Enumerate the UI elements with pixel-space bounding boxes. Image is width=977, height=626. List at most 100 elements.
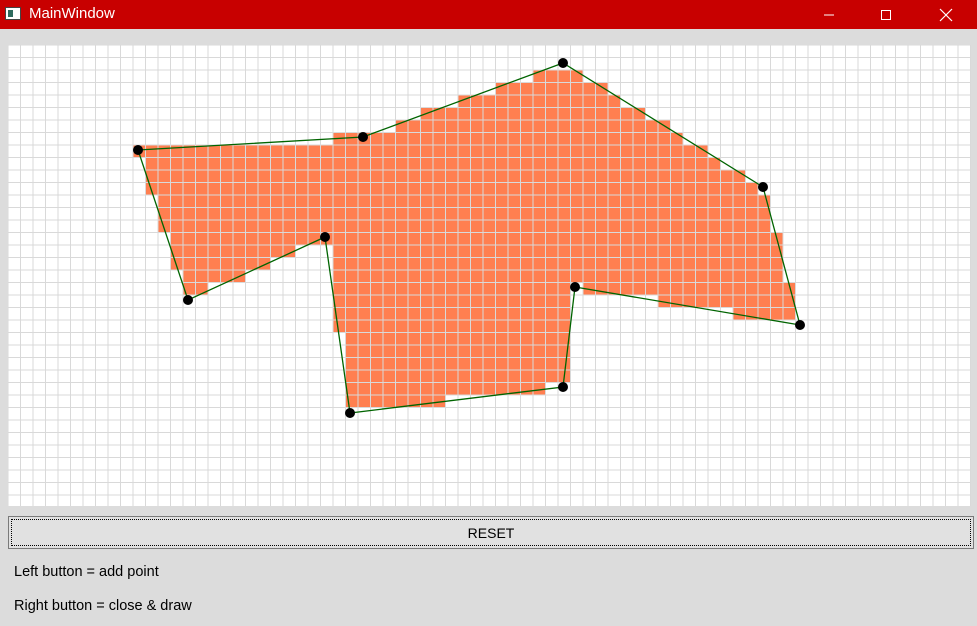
filled-cell	[745, 207, 758, 220]
close-button[interactable]	[923, 0, 969, 29]
filled-cell	[520, 207, 533, 220]
filled-cell	[508, 107, 521, 120]
filled-cell	[383, 370, 396, 383]
filled-cell	[545, 207, 558, 220]
filled-cell	[345, 232, 358, 245]
instruction-left-button: Left button = add point	[14, 564, 159, 580]
filled-cell	[258, 145, 271, 158]
filled-cell	[558, 220, 571, 233]
filled-cell	[470, 332, 483, 345]
filled-cell	[720, 220, 733, 233]
filled-cell	[370, 157, 383, 170]
filled-cell	[395, 195, 408, 208]
polygon-vertex[interactable]	[345, 408, 355, 418]
filled-cell	[720, 207, 733, 220]
filled-cell	[708, 282, 721, 295]
filled-cell	[708, 270, 721, 283]
filled-cell	[645, 257, 658, 270]
filled-cell	[708, 232, 721, 245]
filled-cell	[708, 170, 721, 183]
filled-cell	[470, 245, 483, 258]
filled-cell	[758, 295, 771, 308]
minimize-button[interactable]	[806, 0, 852, 29]
filled-cell	[420, 357, 433, 370]
filled-cell	[533, 82, 546, 95]
filled-cell	[408, 120, 421, 133]
maximize-icon	[881, 9, 891, 20]
filled-cell	[458, 107, 471, 120]
filled-cell	[720, 295, 733, 308]
filled-cell	[433, 182, 446, 195]
filled-cell	[583, 220, 596, 233]
filled-cell	[445, 132, 458, 145]
filled-cell	[745, 232, 758, 245]
polygon-vertex[interactable]	[133, 145, 143, 155]
filled-cell	[495, 220, 508, 233]
filled-cell	[233, 145, 246, 158]
filled-cell	[595, 157, 608, 170]
polygon-vertex[interactable]	[358, 132, 368, 142]
filled-cell	[483, 157, 496, 170]
filled-cell	[433, 145, 446, 158]
filled-cell	[308, 170, 321, 183]
filled-cell	[745, 220, 758, 233]
filled-cell	[370, 170, 383, 183]
polygon-vertex[interactable]	[758, 182, 768, 192]
filled-cell	[670, 245, 683, 258]
filled-cell	[695, 245, 708, 258]
polygon-vertex[interactable]	[558, 58, 568, 68]
filled-cell	[595, 132, 608, 145]
filled-cell	[533, 345, 546, 358]
filled-cell	[370, 332, 383, 345]
filled-cell	[545, 270, 558, 283]
filled-cell	[520, 282, 533, 295]
filled-cell	[395, 307, 408, 320]
filled-cell	[408, 170, 421, 183]
polygon-vertex[interactable]	[320, 232, 330, 242]
filled-cell	[520, 220, 533, 233]
filled-cell	[183, 170, 196, 183]
filled-cell	[358, 170, 371, 183]
filled-cell	[420, 257, 433, 270]
polygon-vertex[interactable]	[795, 320, 805, 330]
drawing-canvas[interactable]	[8, 45, 971, 506]
filled-cell	[758, 220, 771, 233]
maximize-button[interactable]	[863, 0, 909, 29]
filled-cell	[620, 282, 633, 295]
filled-cell	[370, 245, 383, 258]
filled-cell	[583, 232, 596, 245]
filled-cell	[583, 170, 596, 183]
filled-cell	[295, 195, 308, 208]
filled-cell	[508, 132, 521, 145]
filled-cell	[245, 157, 258, 170]
filled-cell	[558, 307, 571, 320]
filled-cell	[508, 257, 521, 270]
filled-cell	[745, 245, 758, 258]
filled-cell	[395, 382, 408, 395]
polygon-vertex[interactable]	[558, 382, 568, 392]
filled-cell	[220, 232, 233, 245]
filled-cell	[720, 270, 733, 283]
filled-cell	[445, 107, 458, 120]
filled-cell	[483, 307, 496, 320]
filled-cell	[608, 220, 621, 233]
filled-cell	[358, 307, 371, 320]
filled-cell	[333, 282, 346, 295]
filled-cell	[733, 182, 746, 195]
filled-cell	[545, 95, 558, 108]
title-bar: MainWindow	[0, 0, 977, 29]
filled-cell	[520, 157, 533, 170]
filled-cell	[183, 182, 196, 195]
filled-cell	[483, 232, 496, 245]
filled-cell	[708, 195, 721, 208]
polygon-vertex[interactable]	[570, 282, 580, 292]
filled-cell	[508, 370, 521, 383]
filled-cell	[233, 170, 246, 183]
reset-button[interactable]: RESET	[8, 516, 974, 549]
filled-cell	[483, 195, 496, 208]
filled-cell	[495, 370, 508, 383]
filled-cell	[495, 132, 508, 145]
polygon-canvas-svg[interactable]	[8, 45, 971, 506]
polygon-vertex[interactable]	[183, 295, 193, 305]
filled-cell	[345, 207, 358, 220]
